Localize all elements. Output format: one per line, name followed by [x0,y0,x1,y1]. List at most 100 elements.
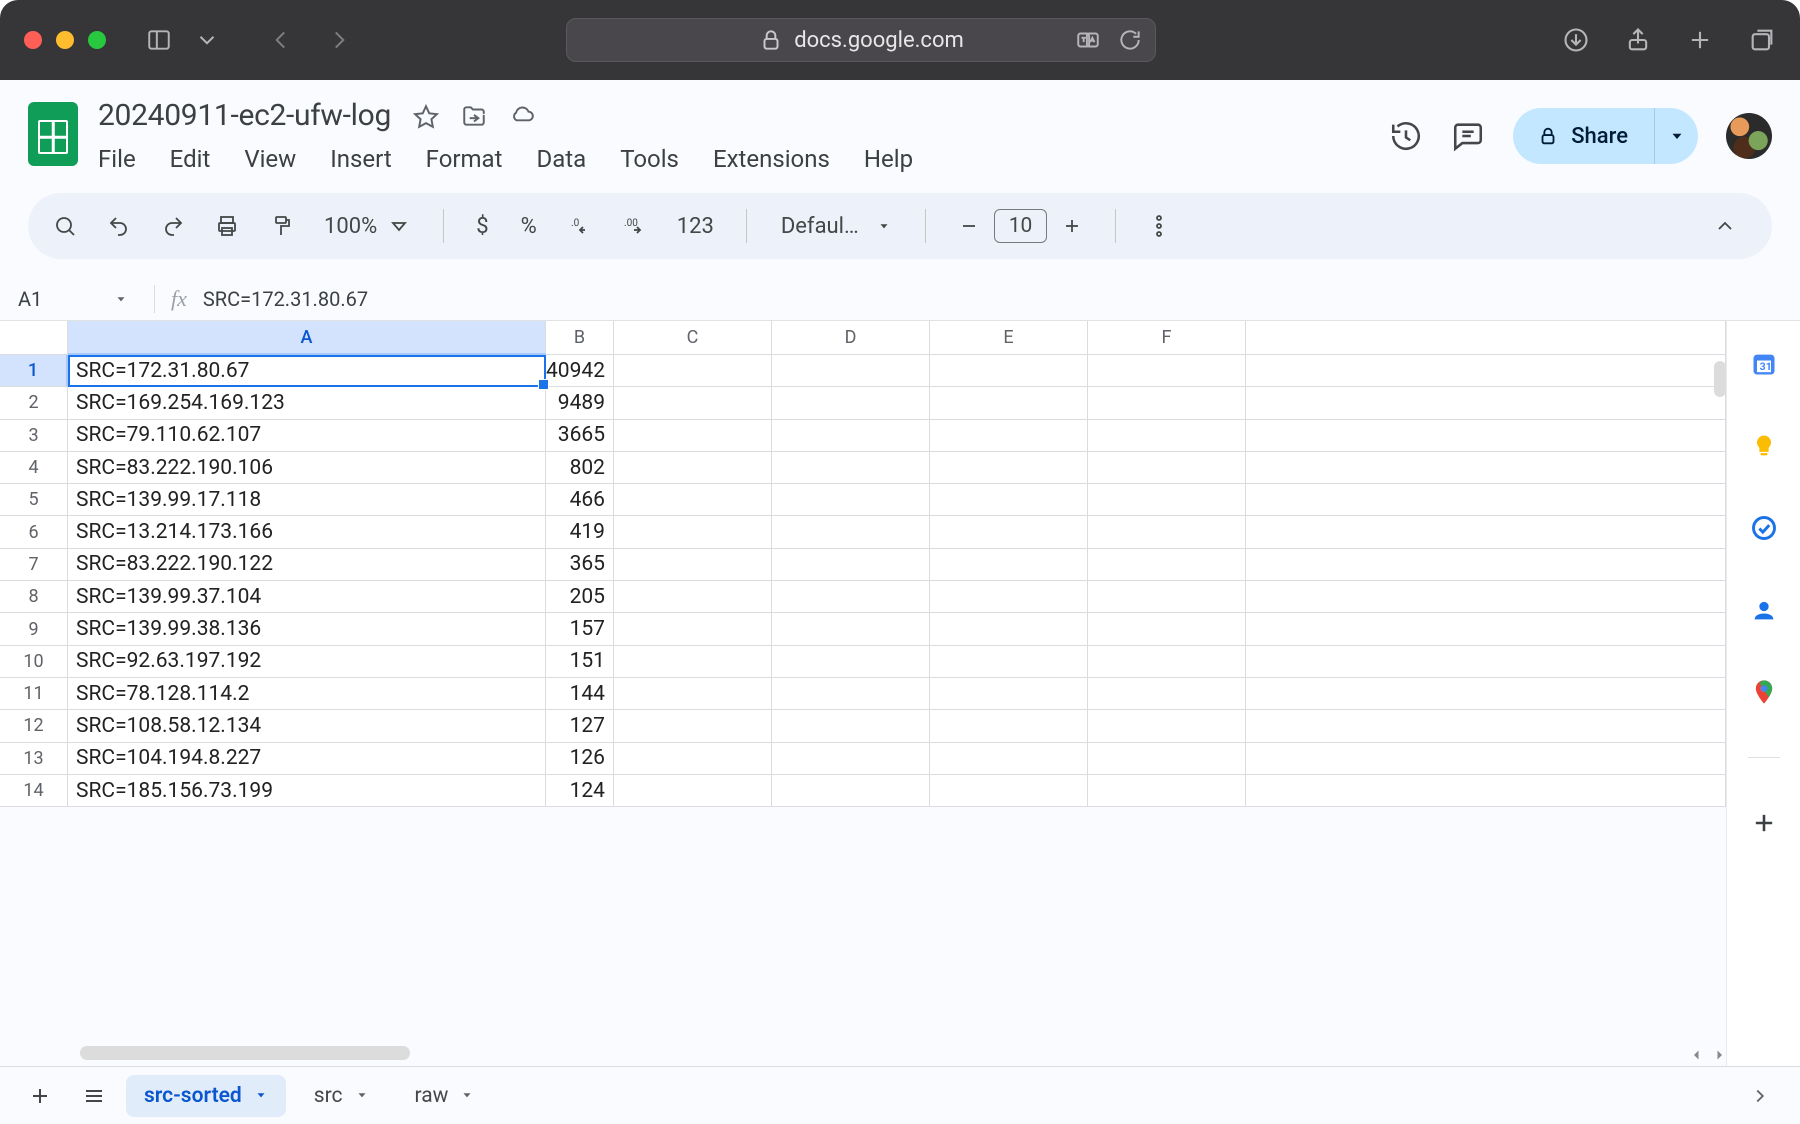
cell[interactable] [772,516,930,548]
cell[interactable] [772,743,930,775]
add-sheet-button[interactable] [18,1074,62,1118]
cell[interactable] [772,581,930,613]
cell[interactable] [930,484,1088,516]
cell[interactable] [930,355,1088,387]
cell[interactable] [930,516,1088,548]
cell[interactable]: 40942 [546,355,614,387]
tasks-app-icon[interactable] [1747,511,1781,545]
cell[interactable] [1088,484,1246,516]
cell[interactable] [1088,775,1246,807]
cell[interactable] [1088,613,1246,645]
get-addons-icon[interactable] [1747,806,1781,840]
new-tab-icon[interactable] [1686,26,1714,54]
cell[interactable]: 466 [546,484,614,516]
minimize-window[interactable] [56,31,74,49]
more-formats[interactable]: 123 [669,207,722,245]
sidebar-toggle-icon[interactable] [146,27,172,53]
cell[interactable]: SRC=83.222.190.122 [68,549,546,581]
collapse-toolbar[interactable] [1706,207,1744,245]
cell[interactable]: 126 [546,743,614,775]
cell[interactable] [930,581,1088,613]
cell[interactable] [614,775,772,807]
row-header[interactable]: 5 [0,484,68,516]
menu-extensions[interactable]: Extensions [713,145,830,173]
column-header-B[interactable]: B [546,321,614,354]
more-tools[interactable] [1140,207,1178,245]
cell[interactable] [1088,710,1246,742]
cell[interactable] [614,516,772,548]
cell[interactable] [772,452,930,484]
cell[interactable]: SRC=108.58.12.134 [68,710,546,742]
row-header[interactable]: 2 [0,387,68,419]
cell[interactable] [930,420,1088,452]
font-size-increase[interactable] [1053,207,1091,245]
reload-icon[interactable] [1117,27,1143,53]
row-header[interactable]: 12 [0,710,68,742]
cell[interactable] [1088,678,1246,710]
translate-icon[interactable] [1075,27,1101,53]
increase-decimal[interactable]: .00 [615,207,653,245]
cell[interactable] [930,549,1088,581]
cell[interactable]: SRC=139.99.17.118 [68,484,546,516]
cell[interactable]: 802 [546,452,614,484]
vertical-scrollbar[interactable] [1714,361,1726,397]
cell[interactable] [1246,613,1726,645]
cell[interactable]: SRC=185.156.73.199 [68,775,546,807]
column-header-C[interactable]: C [614,321,772,354]
row-header[interactable]: 7 [0,549,68,581]
account-avatar[interactable] [1726,113,1772,159]
cell[interactable] [1088,516,1246,548]
menu-help[interactable]: Help [864,145,913,173]
menu-edit[interactable]: Edit [170,145,211,173]
cell[interactable] [1246,484,1726,516]
scroll-arrows[interactable] [1688,1046,1728,1064]
cell[interactable]: SRC=13.214.173.166 [68,516,546,548]
cell[interactable] [614,355,772,387]
menu-file[interactable]: File [98,145,136,173]
comments-icon[interactable] [1451,119,1485,153]
share-dropdown[interactable] [1654,108,1698,164]
row-header[interactable]: 8 [0,581,68,613]
share-button[interactable]: Share [1513,108,1654,164]
cell[interactable] [930,743,1088,775]
font-size-input[interactable]: 10 [994,209,1048,243]
cell[interactable] [1088,355,1246,387]
cell[interactable] [1246,452,1726,484]
cell[interactable]: 157 [546,613,614,645]
cell[interactable]: 127 [546,710,614,742]
cell[interactable] [1088,452,1246,484]
cell[interactable] [614,549,772,581]
row-header[interactable]: 6 [0,516,68,548]
address-bar[interactable]: docs.google.com [566,18,1156,62]
sheet-tab-menu-icon[interactable] [460,1084,474,1108]
menu-format[interactable]: Format [426,145,503,173]
cell[interactable]: SRC=104.194.8.227 [68,743,546,775]
column-header-E[interactable]: E [930,321,1088,354]
row-header[interactable]: 4 [0,452,68,484]
cell[interactable] [1088,743,1246,775]
select-all-corner[interactable] [0,321,68,354]
cell[interactable] [1246,710,1726,742]
paint-format-button[interactable] [262,207,300,245]
row-header[interactable]: 13 [0,743,68,775]
keep-app-icon[interactable] [1747,429,1781,463]
sheet-tab-menu-icon[interactable] [355,1084,369,1108]
cell[interactable] [1088,387,1246,419]
cell[interactable] [614,678,772,710]
cell[interactable]: 365 [546,549,614,581]
forward-button[interactable] [326,27,352,53]
cell[interactable]: SRC=83.222.190.106 [68,452,546,484]
cell[interactable]: SRC=139.99.37.104 [68,581,546,613]
cell[interactable] [930,387,1088,419]
cell[interactable] [930,452,1088,484]
cell[interactable]: SRC=92.63.197.192 [68,646,546,678]
cell[interactable] [614,420,772,452]
cell[interactable]: 124 [546,775,614,807]
cell[interactable] [614,484,772,516]
cell[interactable] [930,613,1088,645]
font-family-select[interactable]: Defaul… [771,214,901,239]
cell[interactable]: SRC=78.128.114.2 [68,678,546,710]
redo-button[interactable] [154,207,192,245]
cell[interactable] [1246,387,1726,419]
cell[interactable] [614,581,772,613]
